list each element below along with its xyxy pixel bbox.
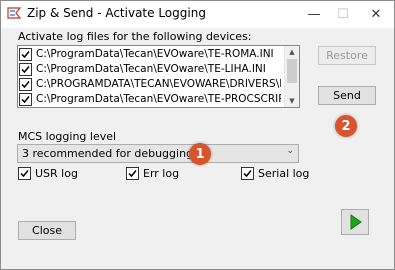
scroll-up-icon[interactable]: ▲: [285, 46, 299, 58]
list-item[interactable]: C:\PROGRAMDATA\TECAN\EVOWARE\DRIVERS\POS…: [19, 77, 281, 91]
check-icon: [128, 170, 137, 178]
check-icon: [21, 65, 30, 73]
scrollbar-thumb[interactable]: [287, 59, 297, 83]
device-path: C:\PROGRAMDATA\TECAN\EVOWARE\DRIVERS\POS…: [36, 78, 281, 90]
play-button[interactable]: [341, 209, 369, 235]
check-icon: [20, 170, 29, 178]
check-icon: [243, 170, 252, 178]
title-bar: Zip & Send - Activate Logging — ☐ ✕: [1, 1, 394, 28]
device-path: C:\ProgramData\Tecan\EVOware\TE-ROMA.INI: [36, 48, 274, 60]
device-path: C:\ProgramData\Tecan\EVOware\TE-LIHA.INI: [36, 63, 266, 75]
scroll-down-icon[interactable]: ▼: [285, 95, 299, 107]
dialog-content: Activate log files for the following dev…: [1, 28, 394, 269]
close-button[interactable]: Close: [18, 221, 76, 240]
list-item[interactable]: C:\ProgramData\Tecan\EVOware\TE-LIHA.INI: [19, 62, 281, 76]
check-icon: [21, 50, 30, 58]
send-button[interactable]: Send: [318, 86, 376, 105]
chevron-down-icon: ⌄: [286, 146, 294, 156]
maximize-icon: ☐: [337, 7, 349, 22]
device-checkbox[interactable]: [19, 92, 32, 106]
logging-level-label: MCS logging level: [18, 130, 117, 143]
restore-button[interactable]: Restore: [318, 46, 376, 65]
device-checkbox[interactable]: [19, 62, 32, 76]
serial-log-checkbox[interactable]: Serial log: [241, 167, 309, 180]
list-item[interactable]: C:\ProgramData\Tecan\EVOware\TE-PROCSCRI…: [19, 92, 281, 106]
callout-badge-2: 2: [335, 115, 357, 137]
err-log-checkbox[interactable]: Err log: [126, 167, 179, 180]
logging-level-value: 3 recommended for debugging: [22, 147, 194, 160]
dialog-window: Zip & Send - Activate Logging — ☐ ✕ Acti…: [0, 0, 395, 270]
checkbox-box[interactable]: [241, 167, 254, 180]
usr-log-label: USR log: [35, 167, 78, 180]
checkbox-box[interactable]: [126, 167, 139, 180]
device-checkbox[interactable]: [19, 77, 32, 91]
devices-label: Activate log files for the following dev…: [18, 30, 252, 43]
play-icon: [350, 214, 362, 230]
check-icon: [21, 80, 30, 88]
serial-log-label: Serial log: [258, 167, 310, 180]
minimize-button[interactable]: —: [299, 1, 329, 28]
close-window-button[interactable]: ✕: [361, 1, 391, 28]
checkbox-box[interactable]: [18, 167, 31, 180]
callout-badge-1: 1: [189, 143, 211, 165]
maximize-button[interactable]: ☐: [328, 1, 358, 28]
window-title: Zip & Send - Activate Logging: [27, 6, 206, 20]
logging-level-select[interactable]: 3 recommended for debugging ⌄: [17, 144, 299, 163]
zip-send-app-icon: [6, 5, 22, 21]
list-scrollbar[interactable]: ▲ ▼: [284, 46, 299, 107]
minimize-icon: —: [307, 7, 321, 22]
err-log-label: Err log: [143, 167, 180, 180]
device-list[interactable]: C:\ProgramData\Tecan\EVOware\TE-ROMA.INI…: [17, 45, 300, 108]
device-path: C:\ProgramData\Tecan\EVOware\TE-PROCSCRI…: [36, 93, 281, 105]
usr-log-checkbox[interactable]: USR log: [18, 167, 78, 180]
check-icon: [21, 95, 30, 103]
list-item[interactable]: C:\ProgramData\Tecan\EVOware\TE-ROMA.INI: [19, 47, 281, 61]
close-icon: ✕: [370, 7, 382, 22]
device-checkbox[interactable]: [19, 47, 32, 61]
